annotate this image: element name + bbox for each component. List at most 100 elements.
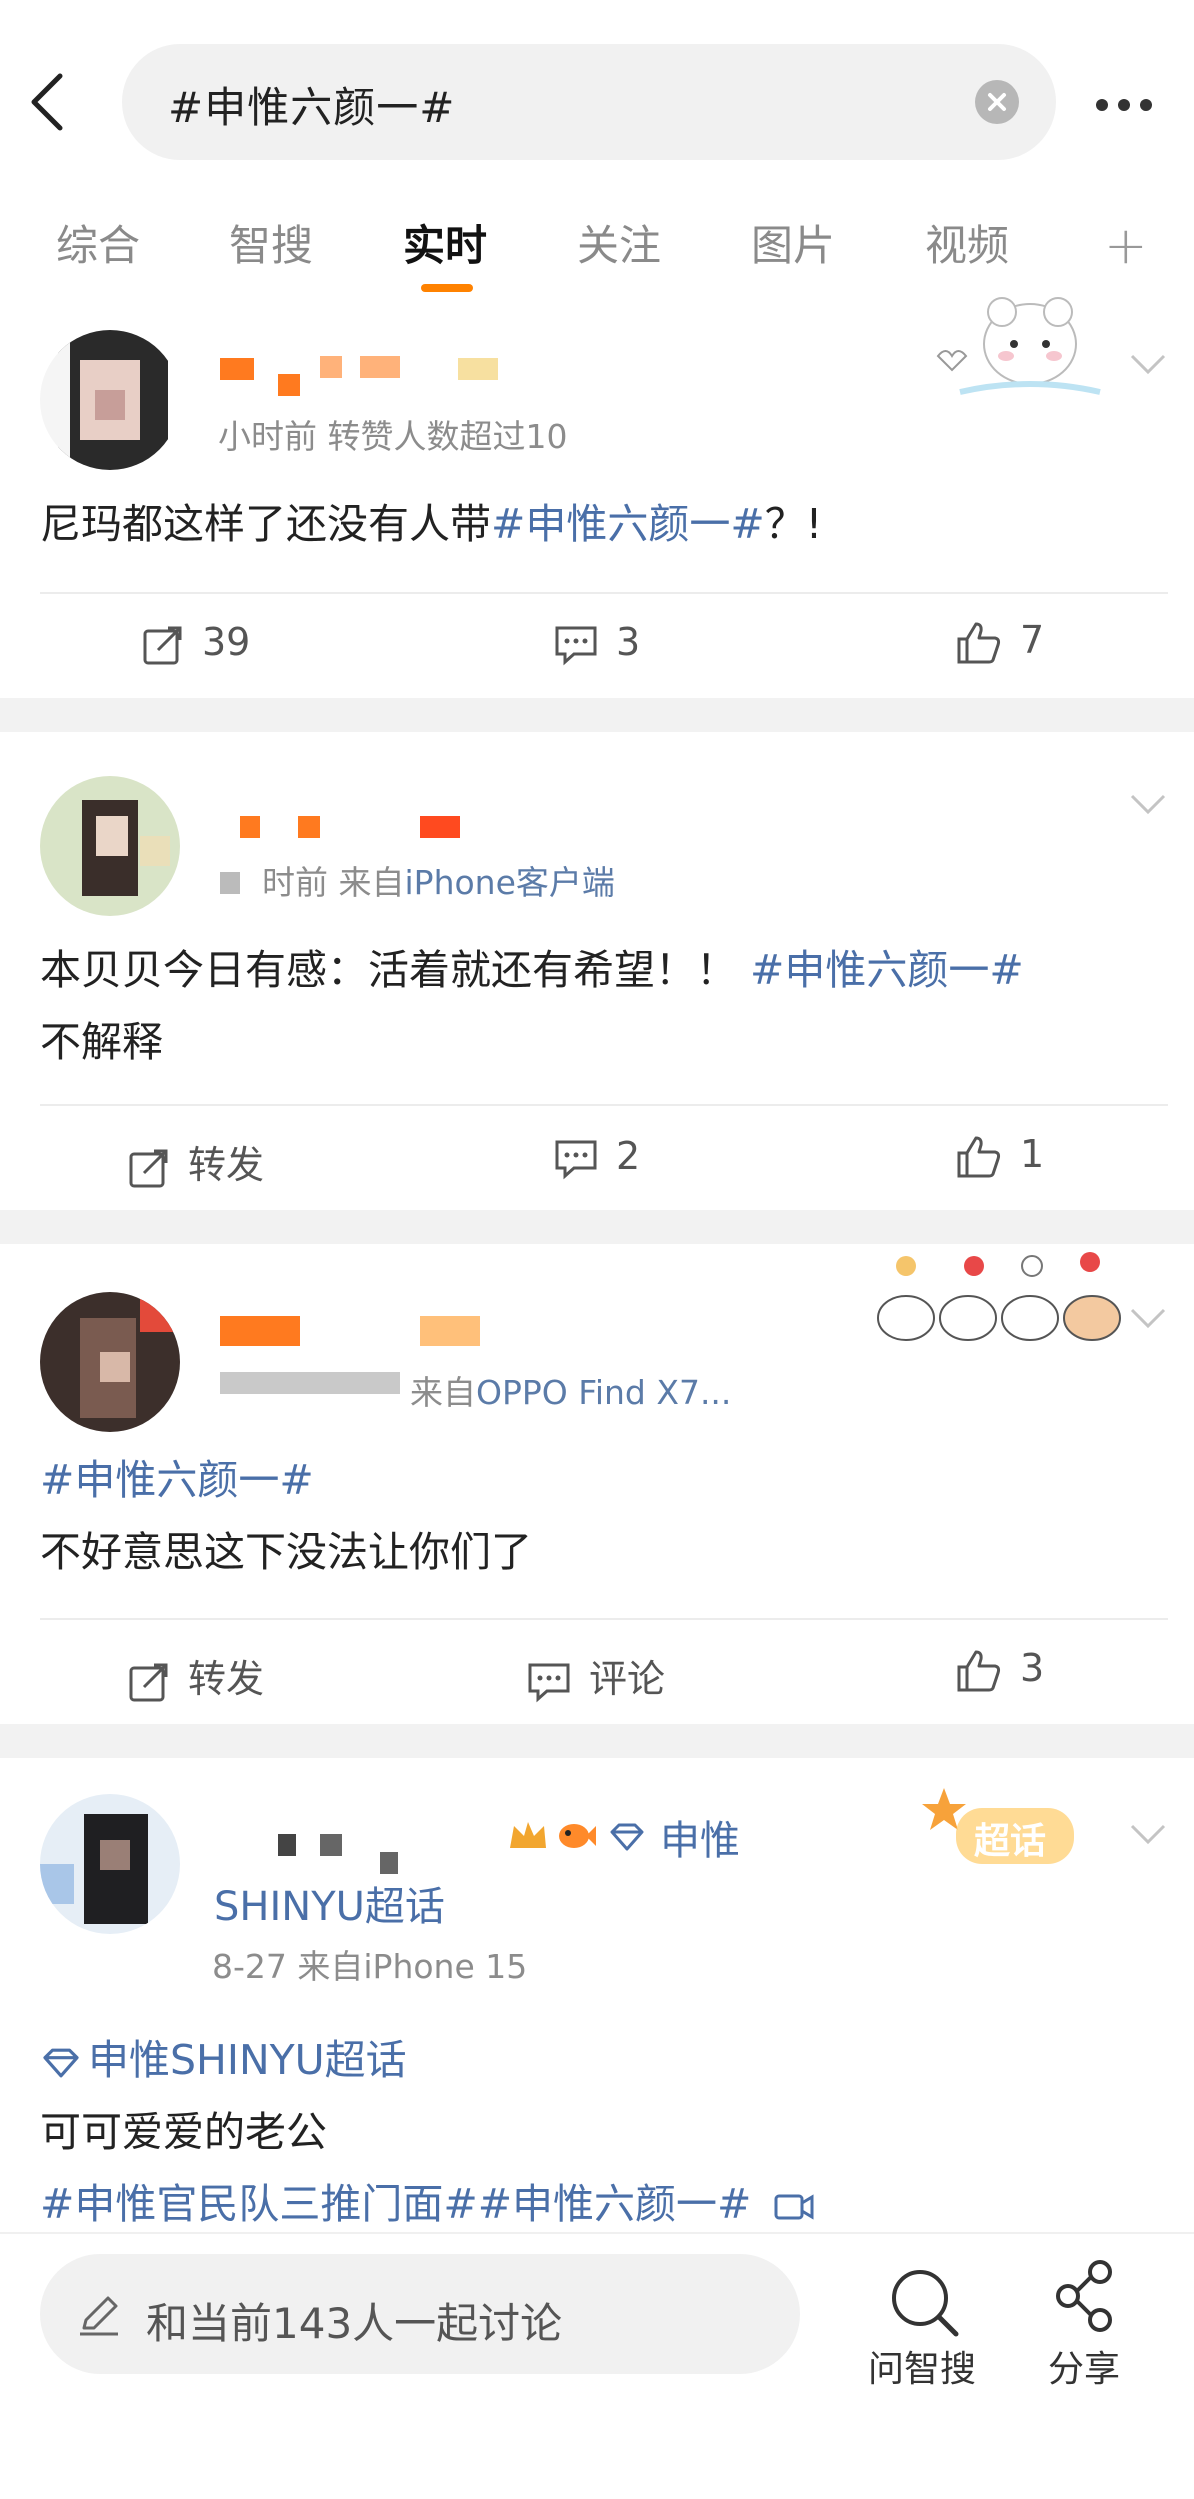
post-menu-button[interactable]: [1128, 352, 1168, 376]
username-blurred: [320, 1834, 342, 1856]
supertopic-diamond-icon: [608, 1822, 646, 1852]
supertopic-link[interactable]: 申惟SHINYU超话: [40, 2024, 1160, 2096]
username-blurred: [420, 1316, 480, 1346]
decoration-sticker-icon: [930, 296, 1130, 406]
username-blurred: [320, 356, 342, 378]
avatar[interactable]: [40, 1794, 180, 1934]
like-count: 7: [1020, 618, 1045, 662]
post-text: 尼玛都这样了还没有人带#申惟六颜一#？!: [40, 488, 822, 560]
username-blurred: [298, 816, 320, 838]
post-text: 申惟SHINYU超话 可可爱爱的老公 #申惟官民队三推门面##申惟六颜一#: [40, 2024, 1160, 2240]
thumbs-up-icon: [957, 1136, 1001, 1177]
repost-icon: [143, 626, 182, 664]
comment-label: 评论: [589, 1657, 666, 1701]
share-button[interactable]: [1046, 2256, 1126, 2336]
post-meta: 时前 来自iPhone客户端: [262, 856, 615, 904]
post-meta: 小时前 转赞人数超过10: [218, 417, 568, 456]
repost-icon: [129, 1663, 168, 1701]
comment-button[interactable]: 2: [554, 1134, 640, 1180]
source-link[interactable]: OPPO Find X7...: [476, 1373, 731, 1412]
pencil-icon: [76, 2292, 122, 2338]
hashtag-link[interactable]: #申惟六颜一#: [491, 500, 765, 548]
tab-images[interactable]: 图片: [751, 212, 835, 273]
tab-following[interactable]: 关注: [577, 212, 661, 273]
dot-icon: [1118, 99, 1130, 111]
post-menu-button[interactable]: [1128, 1306, 1168, 1330]
repost-icon: [129, 1149, 168, 1187]
supertopic-badge[interactable]: 超话: [920, 1784, 1110, 1874]
post-meta: 8-27 来自iPhone 15: [212, 1947, 528, 1986]
like-button[interactable]: 7: [956, 618, 1044, 665]
username-blurred: [420, 816, 460, 838]
post-text-line: 不解释: [40, 1018, 163, 1066]
dot-icon: [1140, 99, 1152, 111]
tab-realtime[interactable]: 实时: [403, 212, 487, 273]
username-blurred[interactable]: [220, 1316, 300, 1346]
hashtag-link[interactable]: #申惟六颜一#: [750, 946, 1024, 994]
hashtag-link[interactable]: #申惟官民队三推门面##申惟六颜一#: [40, 2180, 751, 2228]
supertopic-badge-label: 超话: [974, 1821, 1047, 1862]
thumbs-up-icon: [957, 622, 1001, 663]
like-button[interactable]: 3: [956, 1646, 1044, 1693]
username-blurred: [380, 1852, 398, 1874]
repost-label: 转发: [188, 1143, 265, 1187]
smart-search-label[interactable]: 问智搜: [868, 2340, 976, 2392]
discuss-placeholder: 和当前143人一起讨论: [146, 2299, 563, 2348]
chevron-down-icon: [1130, 1308, 1166, 1329]
post-text-line: 可可爱爱的老公: [40, 2108, 327, 2156]
post-time: 时前 来自: [262, 863, 405, 902]
dot-icon: [1096, 99, 1108, 111]
add-tab-button[interactable]: +: [1104, 216, 1148, 276]
post-separator: [0, 1210, 1194, 1244]
avatar[interactable]: [40, 776, 180, 916]
post-menu-button[interactable]: [1128, 792, 1168, 816]
comment-count: 2: [616, 1134, 641, 1178]
clear-search-button[interactable]: [975, 80, 1019, 124]
tab-comprehensive[interactable]: 综合: [56, 212, 140, 273]
username-blurred[interactable]: [220, 358, 254, 380]
tab-videos[interactable]: 视频: [925, 212, 1009, 273]
username-blurred[interactable]: [278, 1834, 296, 1856]
repost-button[interactable]: 转发: [128, 1648, 264, 1703]
repost-label: 转发: [188, 1657, 265, 1701]
repost-button[interactable]: 39: [142, 620, 250, 666]
comment-button[interactable]: 3: [554, 620, 640, 666]
more-options-button[interactable]: [1096, 96, 1166, 111]
active-tab-indicator: [421, 284, 473, 292]
avatar[interactable]: [40, 1292, 180, 1432]
comment-button[interactable]: 评论: [527, 1648, 665, 1703]
post-separator: [0, 698, 1194, 732]
vip-badge-icon: [458, 358, 498, 380]
post-text-tail: ？!: [764, 500, 823, 548]
username-blurred[interactable]: [240, 816, 260, 838]
comment-icon: [528, 1663, 570, 1702]
chevron-down-icon: [1130, 794, 1166, 815]
back-button[interactable]: [28, 72, 68, 132]
supertopic-name-line2[interactable]: SHINYU超话: [214, 1874, 445, 1932]
thumbs-up-icon: [957, 1650, 1001, 1691]
avatar[interactable]: [40, 330, 180, 470]
crown-badge-icon: [508, 1818, 548, 1854]
username-blurred: [278, 374, 300, 396]
supertopic-name[interactable]: 申惟: [660, 1808, 740, 1866]
chevron-down-icon: [1130, 1824, 1166, 1845]
comment-count: 3: [616, 620, 641, 664]
share-icon: [1056, 2260, 1112, 2332]
tab-smart-search[interactable]: 智搜: [229, 212, 313, 273]
supertopic-diamond-icon: [43, 2048, 79, 2078]
repost-button[interactable]: 转发: [128, 1134, 264, 1189]
like-button[interactable]: 1: [956, 1132, 1044, 1179]
comment-icon: [555, 1140, 597, 1179]
divider: [40, 1104, 1168, 1106]
share-label[interactable]: 分享: [1048, 2340, 1120, 2392]
post-text-body: 本贝贝今日有感：活着就还有希望！！: [40, 946, 737, 994]
smart-search-button[interactable]: [884, 2262, 964, 2342]
hashtag-link[interactable]: #申惟六颜一#: [40, 1444, 1160, 1516]
post-text-line: 不好意思这下没法让你们了: [40, 1528, 532, 1576]
back-arrow-icon: [31, 73, 63, 131]
username-blurred: [360, 356, 400, 378]
post-menu-button[interactable]: [1128, 1822, 1168, 1846]
search-query[interactable]: #申惟六颜一#: [168, 74, 455, 135]
source-link[interactable]: iPhone客户端: [405, 863, 615, 902]
divider: [40, 1618, 1168, 1620]
